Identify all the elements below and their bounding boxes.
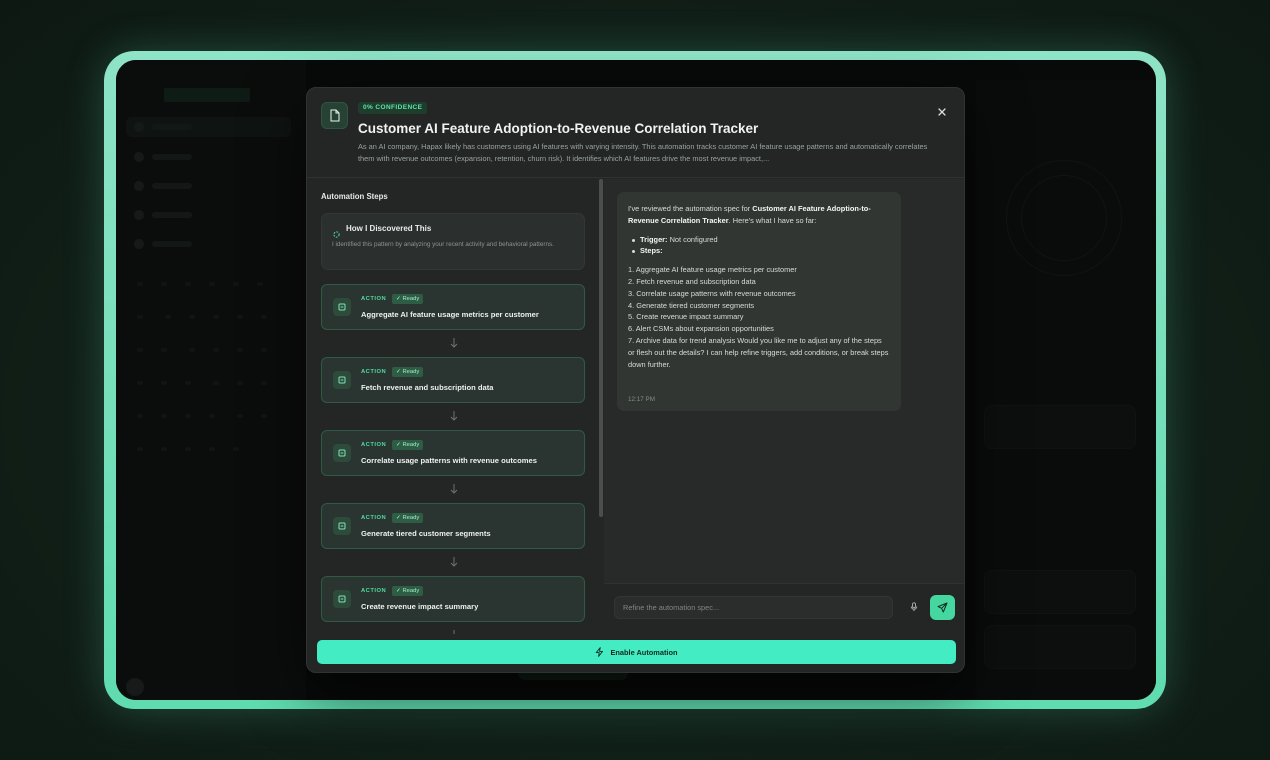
ready-badge: ✓ Ready bbox=[392, 586, 424, 596]
modal-header: 0% CONFIDENCE Customer AI Feature Adopti… bbox=[307, 88, 964, 178]
modal-description: As an AI company, Hapax likely has custo… bbox=[358, 142, 928, 163]
message-list-item: 1. Aggregate AI feature usage metrics pe… bbox=[628, 265, 797, 275]
message-list-item: 7. Archive data for trend analysis Would… bbox=[628, 335, 889, 369]
steps-heading: Automation Steps bbox=[321, 192, 388, 201]
automation-modal: 0% CONFIDENCE Customer AI Feature Adopti… bbox=[306, 87, 965, 673]
action-icon bbox=[333, 371, 351, 389]
arrow-down-icon bbox=[449, 336, 459, 348]
message-list-item: 4. Generate tiered customer segments bbox=[628, 300, 755, 310]
enable-automation-label: Enable Automation bbox=[610, 647, 678, 657]
step-card[interactable]: ACTION ✓ Ready Aggregate AI feature usag… bbox=[321, 284, 585, 330]
message-list-item: 3. Correlate usage patterns with revenue… bbox=[628, 288, 796, 298]
step-card[interactable]: ACTION ✓ Ready Fetch revenue and subscri… bbox=[321, 357, 585, 403]
confidence-badge: 0% CONFIDENCE bbox=[358, 102, 428, 114]
ready-badge: ✓ Ready bbox=[392, 513, 424, 523]
step-label: Correlate usage patterns with revenue ou… bbox=[361, 456, 537, 465]
action-icon bbox=[333, 590, 351, 608]
assistant-message: I've reviewed the automation spec for Cu… bbox=[617, 192, 901, 411]
ready-badge: ✓ Ready bbox=[392, 294, 424, 304]
microphone-icon[interactable] bbox=[907, 600, 921, 614]
ready-badge: ✓ Ready bbox=[392, 367, 424, 377]
steps-panel[interactable]: Automation Steps How I Discovered This I… bbox=[307, 179, 604, 634]
step-kind: ACTION bbox=[361, 442, 387, 448]
steps-scrollbar[interactable] bbox=[599, 179, 603, 517]
close-icon[interactable] bbox=[934, 104, 950, 120]
send-button[interactable] bbox=[930, 595, 955, 620]
discovery-card: How I Discovered This I identified this … bbox=[321, 213, 585, 270]
step-kind: ACTION bbox=[361, 296, 387, 302]
step-kind: ACTION bbox=[361, 588, 387, 594]
arrow-down-icon bbox=[449, 628, 459, 634]
action-icon bbox=[333, 298, 351, 316]
step-card[interactable]: ACTION ✓ Ready Create revenue impact sum… bbox=[321, 576, 585, 622]
chat-panel: I've reviewed the automation spec for Cu… bbox=[604, 179, 964, 583]
step-label: Create revenue impact summary bbox=[361, 602, 479, 611]
message-intro: I've reviewed the automation spec for Cu… bbox=[628, 204, 871, 225]
modal-title: Customer AI Feature Adoption-to-Revenue … bbox=[358, 121, 759, 136]
message-list-item: 5. Create revenue impact summary bbox=[628, 312, 744, 322]
document-icon bbox=[321, 102, 348, 129]
ready-badge: ✓ Ready bbox=[392, 440, 424, 450]
message-list-item: 6. Alert CSMs about expansion opportunit… bbox=[628, 324, 774, 334]
step-kind: ACTION bbox=[361, 515, 387, 521]
step-label: Fetch revenue and subscription data bbox=[361, 383, 494, 392]
arrow-down-icon bbox=[449, 482, 459, 494]
refine-input[interactable] bbox=[614, 596, 893, 619]
arrow-down-icon bbox=[449, 409, 459, 421]
message-time: 12:17 PM bbox=[628, 396, 655, 403]
message-steps-label: Steps: bbox=[628, 245, 890, 257]
discovery-text: I identified this pattern by analyzing y… bbox=[332, 241, 554, 248]
action-icon bbox=[333, 444, 351, 462]
composer bbox=[604, 583, 964, 634]
message-list-item: 2. Fetch revenue and subscription data bbox=[628, 276, 756, 286]
send-icon bbox=[937, 602, 948, 613]
discovery-title: How I Discovered This bbox=[346, 224, 432, 233]
step-label: Generate tiered customer segments bbox=[361, 529, 491, 538]
step-card[interactable]: ACTION ✓ Ready Correlate usage patterns … bbox=[321, 430, 585, 476]
arrow-down-icon bbox=[449, 555, 459, 567]
step-kind: ACTION bbox=[361, 369, 387, 375]
lightning-icon bbox=[596, 647, 604, 657]
enable-automation-button[interactable]: Enable Automation bbox=[317, 640, 956, 664]
step-label: Aggregate AI feature usage metrics per c… bbox=[361, 310, 539, 319]
step-card[interactable]: ACTION ✓ Ready Generate tiered customer … bbox=[321, 503, 585, 549]
message-trigger: Trigger: Not configured bbox=[628, 234, 890, 246]
action-icon bbox=[333, 517, 351, 535]
